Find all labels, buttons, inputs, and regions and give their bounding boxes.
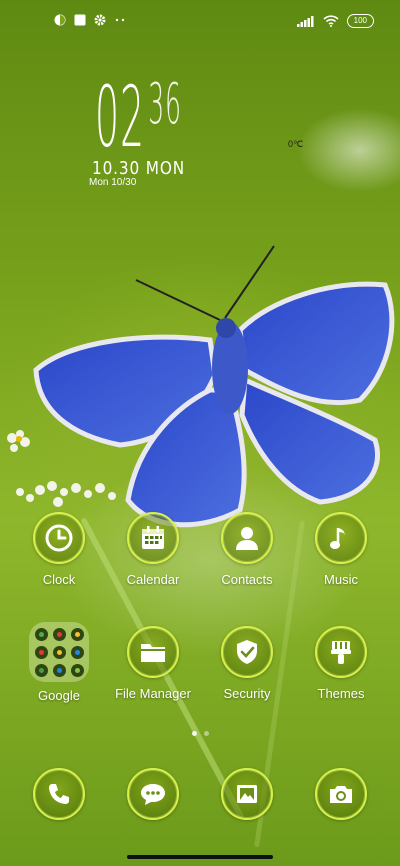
butterfly-image (33, 245, 395, 528)
messaging-icon (127, 768, 179, 820)
gallery-icon (221, 768, 273, 820)
dock-gallery[interactable] (200, 768, 294, 820)
notification-icon (54, 14, 66, 26)
signal-icon (296, 15, 314, 27)
maps-icon (70, 627, 84, 641)
clock-icon (33, 512, 85, 564)
weather-temperature: 0℃ (288, 139, 304, 149)
app-themes[interactable]: Themes (294, 626, 388, 701)
app-label: File Manager (115, 686, 191, 701)
app-label: Themes (317, 686, 365, 701)
wifi-icon (323, 15, 339, 27)
phone-icon (33, 768, 85, 820)
shield-check-icon (221, 626, 273, 678)
square-notification-icon (74, 14, 86, 26)
app-contacts[interactable]: Contacts (200, 512, 294, 587)
contact-icon (221, 512, 273, 564)
app-label: Contacts (221, 572, 273, 587)
youtube-icon (34, 645, 48, 659)
app-label: Calendar (126, 572, 180, 587)
folder-icon (29, 622, 89, 682)
app-label: Google (38, 688, 80, 703)
chrome-icon (52, 645, 66, 659)
calendar-icon (127, 512, 179, 564)
more-icon (115, 18, 125, 22)
app-music[interactable]: Music (294, 512, 388, 587)
gear-icon (94, 14, 106, 26)
gmail-icon (52, 627, 66, 641)
home-indicator-bar[interactable] (127, 855, 273, 859)
app-security[interactable]: Security (200, 626, 294, 701)
app-label: Music (324, 572, 358, 587)
dock-camera[interactable] (294, 768, 388, 820)
dock-phone[interactable] (12, 768, 106, 820)
camera-icon (315, 768, 367, 820)
app-label: Security (223, 686, 271, 701)
date-large: 10.30 MON (92, 158, 186, 179)
app-label: Clock (42, 572, 76, 587)
play-icon (70, 663, 84, 677)
app-clock[interactable]: Clock (12, 512, 106, 587)
date-small: Mon 10/30 (89, 177, 137, 188)
page-indicator (0, 731, 400, 736)
dock-messaging[interactable] (106, 768, 200, 820)
battery-icon: 100 (346, 14, 374, 28)
page-dot-active[interactable] (191, 731, 197, 736)
page-dot[interactable] (203, 731, 209, 736)
music-note-icon (315, 512, 367, 564)
app-google-folder[interactable]: Google (12, 622, 106, 703)
app-calendar[interactable]: Calendar (106, 512, 200, 587)
google-icon (34, 627, 48, 641)
clock-minute: 36 (148, 72, 182, 137)
wallpaper (0, 0, 400, 866)
clock-hour: 02 (95, 68, 145, 166)
status-bar: 100 (0, 12, 400, 34)
photos-icon (34, 663, 48, 677)
paint-brush-icon (315, 626, 367, 678)
duo-icon (52, 663, 66, 677)
drive-icon (70, 645, 84, 659)
folder-file-icon (127, 626, 179, 678)
app-file-manager[interactable]: File Manager (106, 626, 200, 701)
